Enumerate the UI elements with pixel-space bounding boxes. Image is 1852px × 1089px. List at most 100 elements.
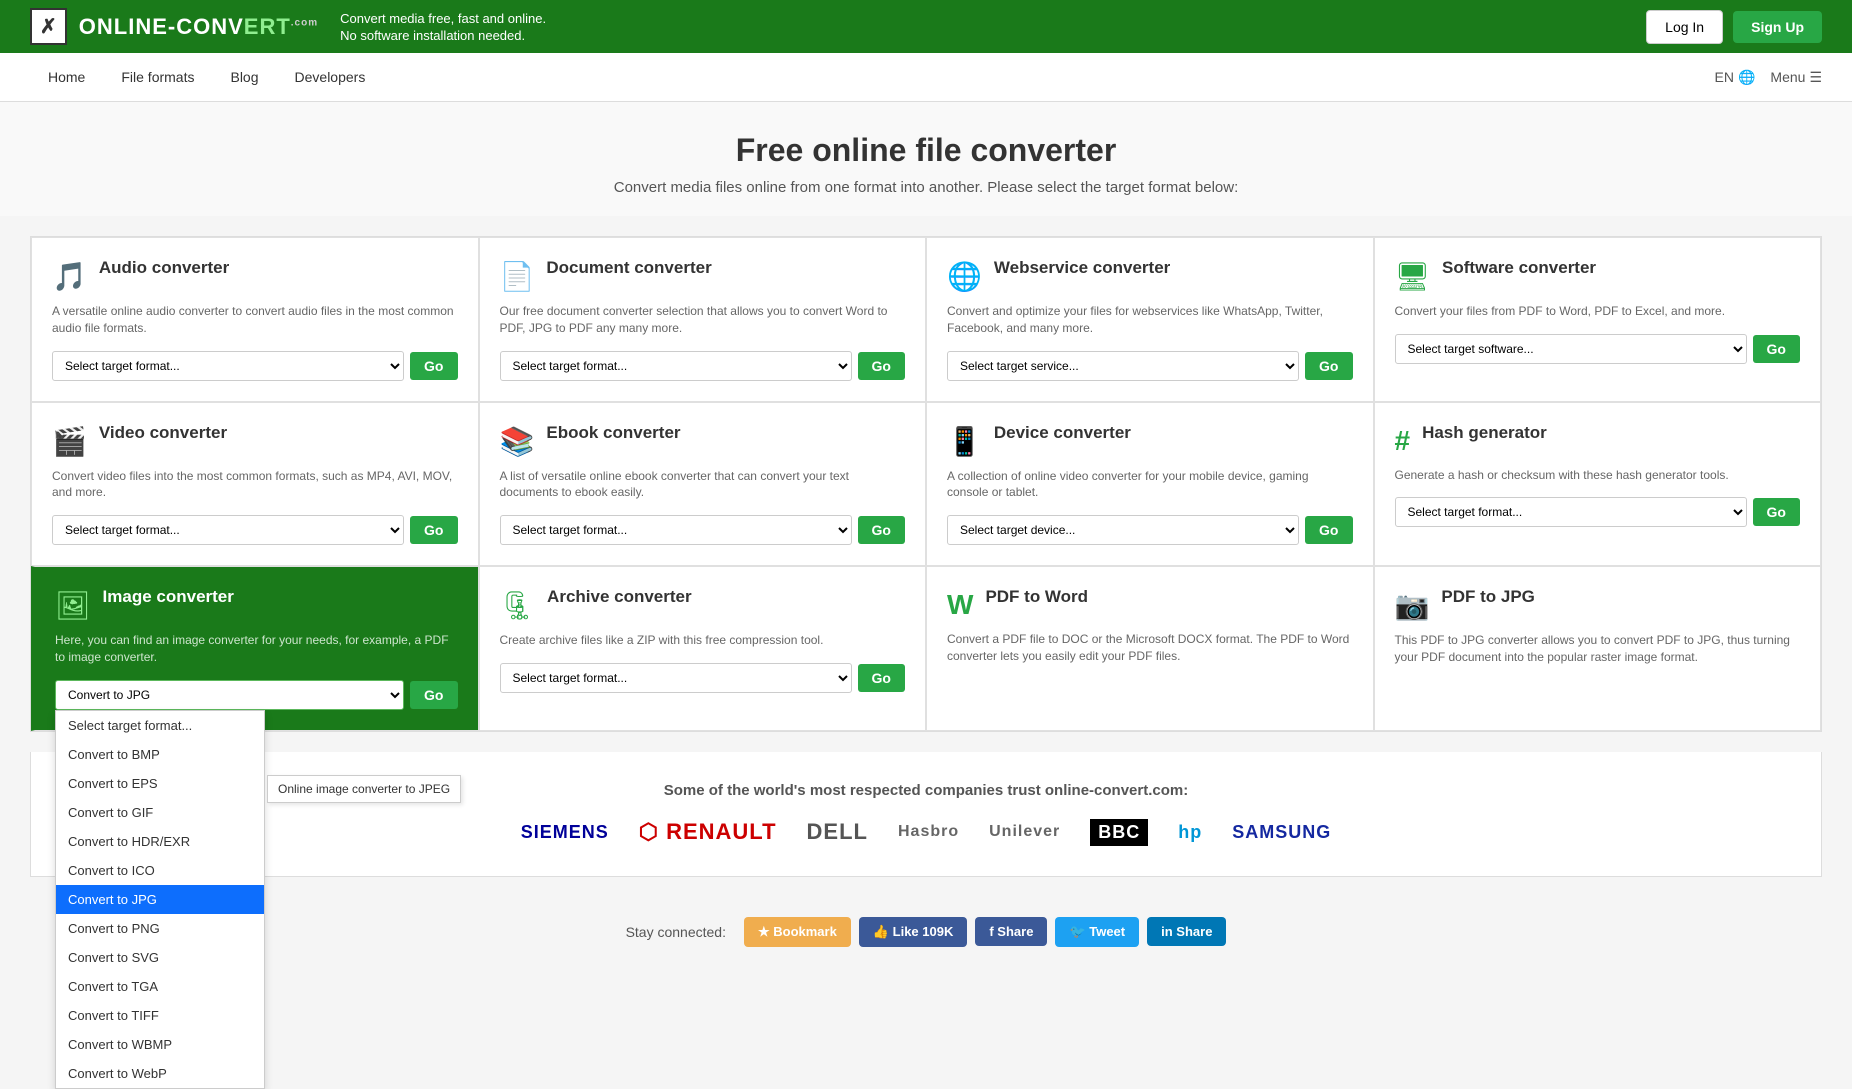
document-footer: Select target format... Go — [500, 351, 906, 381]
pdf-word-card: W PDF to Word Convert a PDF file to DOC … — [926, 566, 1374, 731]
audio-format-select[interactable]: Select target format... — [52, 351, 404, 381]
card-header: 🎵 Audio converter — [52, 258, 458, 293]
pdf-jpg-title: PDF to JPG — [1441, 587, 1535, 607]
menu-toggle[interactable]: Menu ☰ — [1770, 69, 1822, 86]
ebook-footer: Select target format... Go — [500, 515, 906, 545]
hash-title: Hash generator — [1422, 423, 1547, 443]
software-title: Software converter — [1442, 258, 1596, 278]
device-format-select[interactable]: Select target device... — [947, 515, 1299, 545]
image-format-select[interactable]: Select target format... Convert to BMP C… — [55, 680, 404, 710]
like-button[interactable]: 👍 Like 109K — [859, 917, 968, 947]
dd-select-placeholder[interactable]: Select target format... — [56, 711, 264, 740]
document-go-button[interactable]: Go — [858, 352, 905, 380]
converter-grid: 🎵 Audio converter A versatile online aud… — [30, 236, 1822, 732]
dd-convert-hdr[interactable]: Convert to HDR/EXR — [56, 827, 264, 856]
audio-converter-card: 🎵 Audio converter A versatile online aud… — [31, 237, 479, 402]
dd-convert-ico[interactable]: Convert to ICO — [56, 856, 264, 885]
software-converter-card: 🖥 Software converter Convert your files … — [1374, 237, 1822, 402]
dd-convert-tiff[interactable]: Convert to TIFF — [56, 1001, 264, 1030]
archive-format-select[interactable]: Select target format... — [500, 663, 852, 693]
hash-format-select[interactable]: Select target format... — [1395, 497, 1747, 527]
lang-label: EN — [1715, 69, 1734, 85]
dell-logo: DELL — [807, 819, 868, 845]
linkedin-share-button[interactable]: in Share — [1147, 917, 1226, 946]
language-selector[interactable]: EN 🌐 — [1715, 69, 1756, 86]
dd-convert-gif[interactable]: Convert to GIF — [56, 798, 264, 827]
webservice-title: Webservice converter — [994, 258, 1170, 278]
dd-convert-wbmp[interactable]: Convert to WBMP — [56, 1030, 264, 1059]
document-format-select[interactable]: Select target format... — [500, 351, 852, 381]
ebook-format-select[interactable]: Select target format... — [500, 515, 852, 545]
card-header: 📚 Ebook converter — [500, 423, 906, 458]
social-buttons: Stay connected: ★ Bookmark 👍 Like 109K f… — [20, 917, 1832, 947]
device-desc: A collection of online video converter f… — [947, 468, 1353, 502]
logo-area: ✗ ONLINE-CONVERT.com Convert media free,… — [30, 8, 546, 45]
hp-logo: hp — [1178, 822, 1202, 843]
menu-icon: ☰ — [1809, 69, 1822, 86]
hash-converter-card: # Hash generator Generate a hash or chec… — [1374, 402, 1822, 567]
document-desc: Our free document converter selection th… — [500, 303, 906, 337]
ebook-go-button[interactable]: Go — [858, 516, 905, 544]
ebook-desc: A list of versatile online ebook convert… — [500, 468, 906, 502]
dd-convert-png[interactable]: Convert to PNG — [56, 914, 264, 943]
software-go-button[interactable]: Go — [1753, 335, 1800, 363]
document-icon: 📄 — [500, 260, 535, 293]
card-header: 🖼 Image converter — [55, 587, 458, 622]
pdf-jpg-icon: 📷 — [1395, 589, 1430, 622]
pdf-jpg-card: 📷 PDF to JPG This PDF to JPG converter a… — [1374, 566, 1822, 731]
tweet-button[interactable]: 🐦 Tweet — [1055, 917, 1139, 947]
dd-convert-bmp[interactable]: Convert to BMP — [56, 740, 264, 769]
card-header: W PDF to Word — [947, 587, 1353, 621]
video-go-button[interactable]: Go — [410, 516, 457, 544]
tagline-line2: No software installation needed. — [340, 28, 546, 43]
hero-section: Free online file converter Convert media… — [0, 102, 1852, 216]
logo-text: ONLINE-CONVERT.com — [79, 14, 318, 40]
unilever-logo: Unilever — [989, 823, 1060, 841]
document-converter-card: 📄 Document converter Our free document c… — [479, 237, 927, 402]
logo-icon: ✗ — [40, 14, 57, 39]
dd-convert-jpg[interactable]: Convert to JPG — [56, 885, 264, 914]
archive-converter-card: 🗜 Archive converter Create archive files… — [479, 566, 927, 731]
dd-convert-webp[interactable]: Convert to WebP — [56, 1059, 264, 1088]
logo-box: ✗ — [30, 8, 67, 45]
video-title: Video converter — [99, 423, 227, 443]
dd-convert-tga[interactable]: Convert to TGA — [56, 972, 264, 1001]
login-button[interactable]: Log In — [1646, 10, 1723, 44]
bookmark-button[interactable]: ★ Bookmark — [744, 917, 851, 947]
software-desc: Convert your files from PDF to Word, PDF… — [1395, 303, 1801, 320]
header-tagline: Convert media free, fast and online. No … — [340, 9, 546, 45]
dd-convert-eps[interactable]: Convert to EPS — [56, 769, 264, 798]
hash-go-button[interactable]: Go — [1753, 498, 1800, 526]
audio-title: Audio converter — [99, 258, 229, 278]
software-format-select[interactable]: Select target software... — [1395, 334, 1747, 364]
signup-button[interactable]: Sign Up — [1733, 11, 1822, 43]
pdf-word-desc: Convert a PDF file to DOC or the Microso… — [947, 631, 1353, 665]
device-title: Device converter — [994, 423, 1131, 443]
image-go-button[interactable]: Go — [410, 681, 457, 709]
tagline-line1: Convert media free, fast and online. — [340, 11, 546, 26]
dd-convert-svg[interactable]: Convert to SVG — [56, 943, 264, 972]
main-nav: Home File formats Blog Developers EN 🌐 M… — [0, 53, 1852, 102]
webservice-format-select[interactable]: Select target service... — [947, 351, 1299, 381]
audio-go-button[interactable]: Go — [410, 352, 457, 380]
menu-label: Menu — [1770, 69, 1805, 85]
device-go-button[interactable]: Go — [1305, 516, 1352, 544]
audio-desc: A versatile online audio converter to co… — [52, 303, 458, 337]
nav-file-formats[interactable]: File formats — [103, 53, 212, 101]
archive-footer: Select target format... Go — [500, 663, 906, 693]
nav-developers[interactable]: Developers — [277, 53, 384, 101]
card-header: 📄 Document converter — [500, 258, 906, 293]
audio-footer: Select target format... Go — [52, 351, 458, 381]
ebook-title: Ebook converter — [546, 423, 680, 443]
hash-footer: Select target format... Go — [1395, 497, 1801, 527]
ebook-converter-card: 📚 Ebook converter A list of versatile on… — [479, 402, 927, 567]
company-logos: SIEMENS ⬡ RENAULT DELL Hasbro Unilever B… — [51, 819, 1801, 846]
nav-blog[interactable]: Blog — [212, 53, 276, 101]
card-header: 🌐 Webservice converter — [947, 258, 1353, 293]
video-format-select[interactable]: Select target format... — [52, 515, 404, 545]
globe-icon: 🌐 — [1738, 69, 1755, 86]
nav-home[interactable]: Home — [30, 53, 103, 101]
archive-go-button[interactable]: Go — [858, 664, 905, 692]
webservice-go-button[interactable]: Go — [1305, 352, 1352, 380]
facebook-share-button[interactable]: f Share — [975, 917, 1047, 946]
